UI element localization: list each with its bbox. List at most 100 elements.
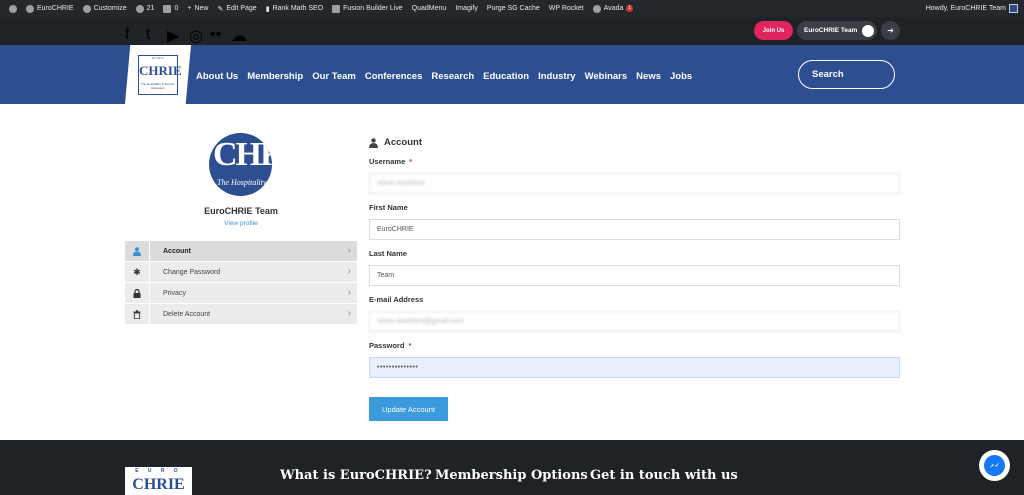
admin-customize[interactable]: Customize <box>82 0 127 17</box>
user-icon <box>125 240 150 262</box>
pencil-icon: ✎ <box>217 5 224 13</box>
facebook-icon[interactable]: f <box>125 26 129 44</box>
nav-industry[interactable]: Industry <box>538 71 575 82</box>
nav-our-team[interactable]: Our Team <box>312 71 356 82</box>
logo-sub-text: The Hospitality & Tourism Educators <box>141 82 175 90</box>
instagram-icon[interactable]: ◎ <box>189 26 203 46</box>
update-account-button[interactable]: Update Account <box>369 397 448 421</box>
menu-item-label: Privacy <box>163 289 186 297</box>
first-name-field[interactable]: EuroCHRIE <box>369 219 900 240</box>
footer-logo-top-text: E U R O <box>135 468 182 474</box>
menu-item-label: Change Password <box>163 268 221 276</box>
footer-logo-text: CHRIE <box>132 476 185 493</box>
admin-avatar <box>1009 4 1018 13</box>
nav-jobs[interactable]: Jobs <box>670 71 692 82</box>
logo-text: CHRIE <box>139 63 182 78</box>
search-input[interactable]: Search <box>798 60 895 89</box>
account-menu-button[interactable]: EuroCHRIE Team <box>797 21 877 40</box>
flickr-icon[interactable]: •• <box>210 26 221 44</box>
nav-news[interactable]: News <box>636 71 661 82</box>
avatar-sub-text: The Hospitality & Tourism E <box>217 178 272 187</box>
footer-heading-what-is: What is EuroCHRIE? <box>280 468 432 483</box>
chevron-right-icon: › <box>347 308 351 319</box>
brush-icon <box>82 4 91 13</box>
twitter-icon[interactable]: t <box>146 26 150 44</box>
logout-icon: ➜ <box>887 26 894 35</box>
fusion-icon <box>332 4 341 13</box>
account-side-menu: Account › ✱ Change Password › Privacy › … <box>125 240 357 325</box>
logo-top-text: E U R O <box>152 56 164 60</box>
refresh-icon <box>135 4 144 13</box>
admin-updates[interactable]: 21 <box>135 0 154 17</box>
logout-button[interactable]: ➜ <box>881 21 900 40</box>
chart-icon: ▮ <box>265 5 270 13</box>
nav-membership[interactable]: Membership <box>247 71 303 82</box>
account-title-text: Account <box>384 137 422 148</box>
avada-icon <box>592 4 601 13</box>
password-label: Password * <box>369 341 412 350</box>
required-marker: * <box>409 157 413 166</box>
username-field[interactable]: steve.stashford <box>369 173 900 194</box>
chevron-right-icon: › <box>347 245 351 256</box>
nav-research[interactable]: Research <box>431 71 474 82</box>
messenger-icon <box>984 455 1005 476</box>
password-field[interactable]: •••••••••••••• <box>369 357 900 378</box>
asterisk-icon: ✱ <box>125 261 150 283</box>
admin-my-account[interactable]: Howdy, EuroCHRIE Team <box>926 0 1018 17</box>
avatar-logo-text: CHR <box>213 136 272 173</box>
soundcloud-icon[interactable]: ☁ <box>231 26 247 46</box>
menu-item-delete-account[interactable]: Delete Account › <box>125 303 357 325</box>
lock-icon <box>125 282 150 304</box>
messenger-chat-button[interactable] <box>979 450 1010 481</box>
required-marker: * <box>408 341 412 350</box>
comment-icon <box>163 4 172 13</box>
plus-icon: + <box>187 5 192 12</box>
wp-admin-bar: EuroCHRIE Customize 21 0 + New ✎ Edit Page… <box>0 0 1024 17</box>
nav-education[interactable]: Education <box>483 71 529 82</box>
menu-item-change-password[interactable]: ✱ Change Password › <box>125 261 357 283</box>
wp-logo-menu[interactable] <box>9 0 17 17</box>
logo-mark: E U R O CHRIE The Hospitality & Tourism … <box>138 55 182 95</box>
wordpress-icon <box>9 4 17 13</box>
last-name-label: Last Name <box>369 249 407 258</box>
menu-item-privacy[interactable]: Privacy › <box>125 282 357 304</box>
nav-conferences[interactable]: Conferences <box>365 71 423 82</box>
home-icon <box>26 4 34 13</box>
user-icon <box>369 137 378 148</box>
view-profile-link[interactable]: View profile <box>125 220 357 227</box>
admin-quadmenu[interactable]: QuadMenu <box>412 0 447 17</box>
profile-name: EuroCHRIE Team <box>204 206 278 216</box>
footer-heading-contact: Get in touch with us <box>590 468 738 483</box>
last-name-field[interactable]: Team <box>369 265 900 286</box>
team-name-label: EuroCHRIE Team <box>804 27 858 34</box>
footer-logo[interactable]: E U R O CHRIE <box>125 467 192 495</box>
admin-new[interactable]: + New <box>187 0 208 17</box>
admin-purge-cache[interactable]: Purge SG Cache <box>487 0 540 17</box>
menu-item-label: Account <box>163 247 191 255</box>
admin-edit-page[interactable]: ✎ Edit Page <box>217 0 256 17</box>
admin-rank-math[interactable]: ▮ Rank Math SEO <box>266 0 323 17</box>
trash-icon <box>125 303 150 325</box>
nav-about-us[interactable]: About Us <box>196 71 238 82</box>
menu-item-label: Delete Account <box>163 310 211 318</box>
chevron-right-icon: › <box>347 266 351 277</box>
profile-avatar: CHR The Hospitality & Tourism E <box>209 133 272 196</box>
admin-imagify[interactable]: Imagify <box>455 0 478 17</box>
email-field[interactable]: steve.stashford@gmail.com <box>369 311 900 332</box>
admin-avada[interactable]: Avada 1 <box>592 0 634 17</box>
admin-site-name[interactable]: EuroCHRIE <box>26 0 74 17</box>
admin-comments[interactable]: 0 <box>163 0 178 17</box>
first-name-label: First Name <box>369 203 408 212</box>
email-label: E-mail Address <box>369 295 424 304</box>
footer-heading-membership: Membership Options <box>435 468 588 483</box>
menu-item-account[interactable]: Account › <box>125 240 357 262</box>
nav-webinars[interactable]: Webinars <box>585 71 628 82</box>
join-us-button[interactable]: Join Us <box>754 21 793 40</box>
site-logo[interactable]: E U R O CHRIE The Hospitality & Tourism … <box>125 45 191 104</box>
username-label: Username * <box>369 157 413 166</box>
admin-fusion-builder[interactable]: Fusion Builder Live <box>332 0 403 17</box>
youtube-icon[interactable]: ▶ <box>167 26 179 46</box>
account-section-title: Account <box>369 137 422 148</box>
admin-wp-rocket[interactable]: WP Rocket <box>549 0 584 17</box>
avada-notification-badge: 1 <box>626 5 634 12</box>
